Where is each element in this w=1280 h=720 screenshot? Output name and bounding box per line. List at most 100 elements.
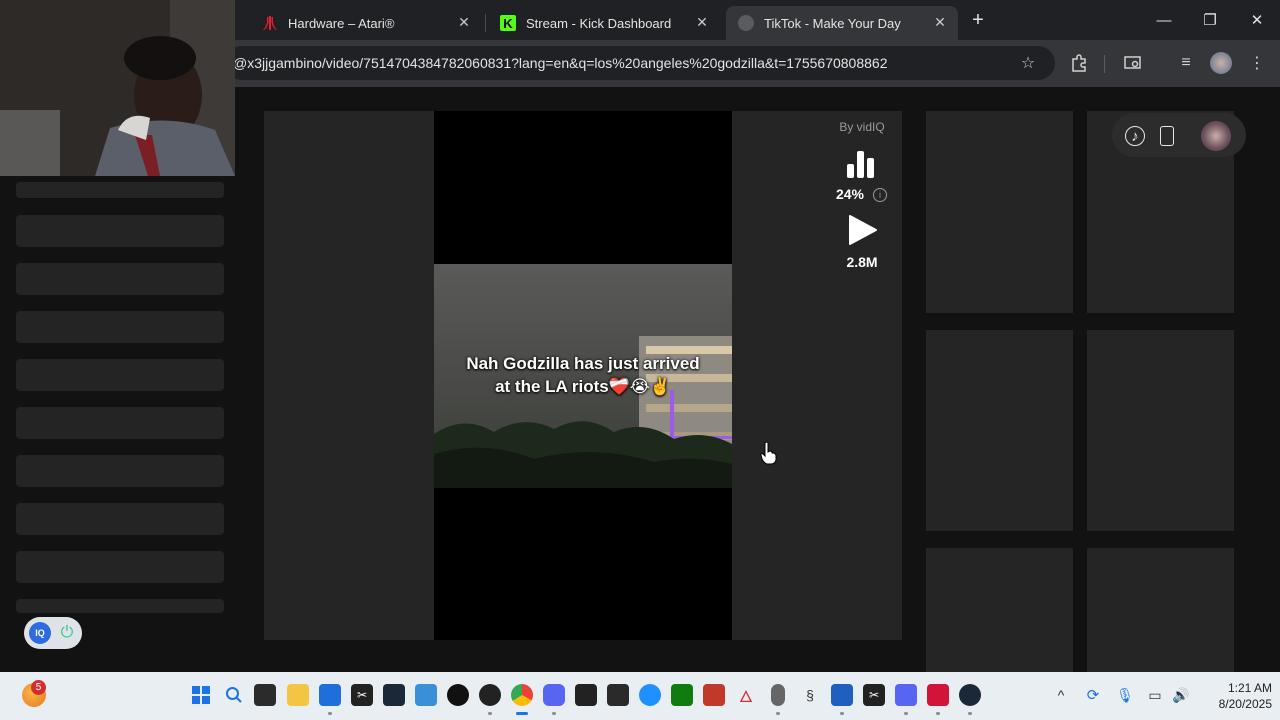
app-g-icon[interactable] — [447, 684, 469, 706]
capcut-icon[interactable]: ✂ — [351, 684, 373, 706]
running-indicator — [904, 712, 908, 715]
close-tab-icon[interactable]: ✕ — [932, 14, 948, 30]
clock-date: 8/20/2025 — [1218, 697, 1272, 711]
sidebar-skeleton — [16, 215, 224, 247]
sidebar-skeleton — [16, 263, 224, 295]
discord-icon[interactable] — [543, 684, 565, 706]
chevron-up-icon[interactable]: ^ — [1050, 684, 1072, 706]
tab-title: Stream - Kick Dashboard — [526, 15, 672, 31]
chrome-icon[interactable] — [511, 684, 533, 706]
tab-search-icon[interactable] — [1121, 51, 1145, 75]
close-tab-icon[interactable]: ✕ — [456, 14, 472, 30]
video-caption: Nah Godzilla has just arrived at the LA … — [434, 352, 732, 398]
play-icon[interactable] — [846, 214, 878, 246]
network-icon[interactable]: ▭ — [1144, 684, 1166, 706]
app-square-icon[interactable] — [895, 684, 917, 706]
restore-icon[interactable]: ❐ — [1196, 8, 1224, 32]
atari-taskbar-icon[interactable] — [927, 684, 949, 706]
vidiq-badge-icon: IQ — [29, 622, 51, 644]
tab-title: Hardware – Atari® — [288, 15, 395, 31]
close-tab-icon[interactable]: ✕ — [694, 14, 710, 30]
info-icon[interactable]: i — [873, 188, 887, 202]
running-indicator — [552, 712, 556, 715]
caption-line: Nah Godzilla has just arrived — [466, 354, 700, 373]
sidebar-skeleton — [16, 455, 224, 487]
phone-icon[interactable] — [1160, 126, 1174, 146]
tab-atari[interactable]: Hardware – Atari® ✕ — [250, 6, 482, 40]
epic-games-icon[interactable] — [607, 684, 629, 706]
clock-time: 1:21 AM — [1227, 681, 1272, 695]
vidiq-by-label: By vidIQ — [839, 120, 885, 134]
running-indicator — [328, 712, 332, 715]
hand-cursor-icon — [760, 441, 778, 465]
media-control-icon[interactable]: ≡ — [1174, 51, 1198, 75]
related-video-card[interactable] — [926, 548, 1073, 672]
more-menu-icon[interactable]: ⋮ — [1245, 51, 1269, 75]
view-count: 2.8M — [846, 254, 878, 270]
app-red-icon[interactable] — [703, 684, 725, 706]
app-blue-icon[interactable] — [639, 684, 661, 706]
running-indicator — [968, 712, 972, 715]
capcut-alt-icon[interactable]: ✂ — [863, 684, 885, 706]
running-indicator — [936, 712, 940, 715]
app-swirl-icon[interactable]: § — [799, 684, 821, 706]
tab-title: TikTok - Make Your Day — [764, 15, 901, 31]
atari-icon — [262, 15, 278, 31]
new-tab-button[interactable]: + — [964, 8, 992, 32]
user-avatar[interactable] — [1201, 121, 1231, 151]
tiktok-icon — [738, 15, 754, 31]
app-flame-icon[interactable]: 🜂 — [735, 684, 757, 706]
controller-app-icon[interactable] — [575, 684, 597, 706]
tiktok-logo-icon[interactable]: ♪ — [1125, 126, 1145, 146]
sync-icon[interactable]: ⟳ — [1082, 684, 1104, 706]
power-icon: ⏻ — [60, 624, 74, 641]
minimize-icon[interactable]: — — [1150, 8, 1178, 32]
toolbar-divider — [1104, 55, 1105, 73]
close-window-icon[interactable]: ✕ — [1243, 8, 1271, 32]
file-explorer-icon[interactable] — [287, 684, 309, 706]
bookmark-star-icon[interactable]: ☆ — [1016, 51, 1040, 75]
search-icon[interactable] — [223, 684, 245, 706]
microphone-icon[interactable]: 🎙 — [1114, 684, 1136, 706]
sidebar-skeleton — [16, 503, 224, 535]
task-view-icon[interactable] — [254, 684, 276, 706]
obs-icon[interactable] — [479, 684, 501, 706]
volume-icon[interactable]: 🔊 — [1170, 684, 1192, 706]
tab-divider — [485, 14, 486, 32]
sidebar-skeleton — [16, 311, 224, 343]
steam-icon[interactable] — [383, 684, 405, 706]
tab-kick[interactable]: K Stream - Kick Dashboard ✕ — [488, 6, 720, 40]
monitor-app-icon[interactable] — [415, 684, 437, 706]
related-video-card[interactable] — [926, 111, 1073, 313]
sidebar-skeleton — [16, 407, 224, 439]
sidebar-skeleton — [16, 359, 224, 391]
bar-chart-icon[interactable] — [845, 148, 877, 180]
steam-alt-icon[interactable] — [959, 684, 981, 706]
caption-line: at the LA riots❤️‍🩹😭✌️ — [495, 377, 671, 396]
extensions-icon[interactable] — [1067, 51, 1091, 75]
kick-icon: K — [500, 15, 516, 31]
sidebar-skeleton — [16, 551, 224, 583]
url-text: @x3jjgambino/video/7514704384782060831?l… — [233, 55, 888, 71]
start-icon[interactable] — [190, 684, 212, 706]
related-video-card[interactable] — [1087, 330, 1234, 531]
vidiq-score: 24% — [835, 186, 865, 202]
related-video-card[interactable] — [926, 330, 1073, 531]
app-doc-icon[interactable] — [831, 684, 853, 706]
video-left-panel — [264, 111, 434, 640]
webcam-overlay — [0, 0, 235, 176]
clock[interactable]: 1:21 AM 8/20/2025 — [1196, 680, 1272, 712]
running-indicator — [488, 712, 492, 715]
mouse-app-icon[interactable] — [771, 684, 785, 706]
running-indicator — [776, 712, 780, 715]
notification-badge: 5 — [31, 680, 46, 695]
sidebar-skeleton — [16, 182, 224, 198]
xbox-app-icon[interactable] — [671, 684, 693, 706]
tab-tiktok[interactable]: TikTok - Make Your Day ✕ — [726, 6, 958, 40]
store-icon[interactable] — [319, 684, 341, 706]
related-video-card[interactable] — [1087, 548, 1234, 672]
running-indicator — [840, 712, 844, 715]
active-indicator — [516, 712, 528, 715]
profile-avatar[interactable] — [1209, 51, 1233, 75]
sidebar-skeleton — [16, 599, 224, 613]
